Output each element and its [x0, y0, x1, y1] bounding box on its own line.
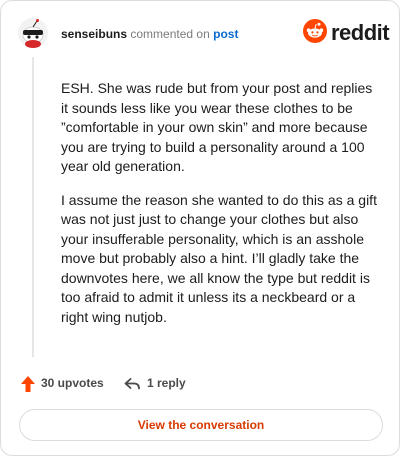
upvote-count: 30 upvotes [41, 376, 104, 390]
reddit-logo-icon [303, 19, 327, 43]
post-link[interactable]: post [213, 27, 238, 41]
upvote-button[interactable]: 30 upvotes [19, 373, 109, 395]
comment-actions: 30 upvotes 1 reply [19, 373, 379, 395]
reply-count: 1 reply [147, 376, 186, 390]
view-conversation-button[interactable]: View the conversation [19, 409, 383, 441]
user-avatar[interactable] [17, 17, 49, 49]
thread-line [32, 57, 34, 357]
reply-arrow-icon [123, 375, 141, 393]
comment-paragraph: ESH. She was rude but from your post and… [61, 80, 373, 174]
comment-body: ESH. She was rude but from your post and… [61, 79, 381, 341]
embedded-comment-card: senseibuns commented on post reddit ESH.… [0, 0, 400, 456]
comment-byline: senseibuns commented on post [61, 27, 238, 41]
username-link[interactable]: senseibuns [61, 27, 127, 41]
comment-paragraph: I assume the reason she wanted to do thi… [61, 191, 377, 325]
upvote-arrow-icon [19, 375, 37, 393]
comment-header: senseibuns commented on post reddit [17, 17, 390, 53]
action-text: commented on [130, 27, 210, 41]
reddit-wordmark: reddit [331, 20, 390, 45]
reddit-brand[interactable]: reddit [303, 19, 390, 47]
reply-button[interactable]: 1 reply [123, 373, 213, 395]
